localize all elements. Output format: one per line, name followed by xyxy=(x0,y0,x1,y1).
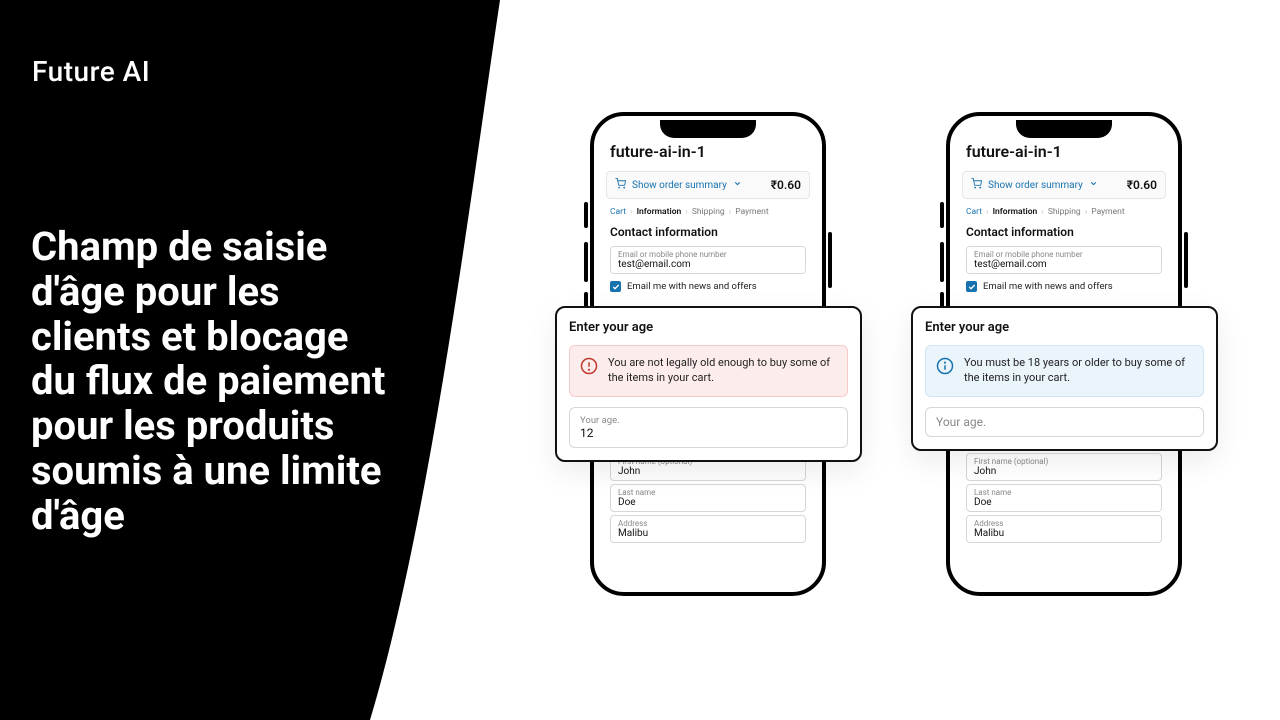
headline-text: Champ de saisie d'âge pour les clients e… xyxy=(31,225,391,539)
alert-error: You are not legally old enough to buy so… xyxy=(569,345,848,397)
brand-logo: Future AI xyxy=(32,55,150,88)
age-overlay-error: Enter your age You are not legally old e… xyxy=(555,306,862,462)
firstname-label: First name (optional) xyxy=(974,457,1154,466)
address-value: Malibu xyxy=(974,528,1154,539)
order-summary-label: Show order summary xyxy=(632,180,727,191)
phone-side-button xyxy=(940,242,944,282)
crumb-cart[interactable]: Cart xyxy=(610,207,626,217)
phone-side-button xyxy=(1184,232,1188,288)
phone-notch xyxy=(660,120,756,138)
alert-info: You must be 18 years or older to buy som… xyxy=(925,345,1204,397)
crumb-payment: Payment xyxy=(1091,207,1124,217)
news-checkbox-label: Email me with news and offers xyxy=(983,281,1113,292)
phone-side-button xyxy=(940,202,944,228)
phone-side-button xyxy=(828,232,832,288)
phone-side-button xyxy=(584,202,588,228)
lastname-value: Doe xyxy=(974,497,1154,508)
email-value: test@email.com xyxy=(974,259,1154,270)
age-label: Your age. xyxy=(580,415,837,426)
crumb-shipping: Shipping xyxy=(1048,207,1081,217)
alert-info-icon xyxy=(936,357,954,375)
phone-mockups: future-ai-in-1 Show order summary ₹0.60 xyxy=(540,100,1260,620)
lastname-field[interactable]: Last name Doe xyxy=(966,484,1162,512)
email-label: Email or mobile phone number xyxy=(974,250,1154,259)
address-label: Address xyxy=(618,519,798,528)
breadcrumb: Cart› Information› Shipping› Payment xyxy=(954,203,1174,223)
crumb-payment: Payment xyxy=(735,207,768,217)
phone-side-button xyxy=(584,242,588,282)
overlay-title: Enter your age xyxy=(925,320,1204,335)
email-value: test@email.com xyxy=(618,259,798,270)
contact-heading: Contact information xyxy=(954,223,1174,243)
news-checkbox-row[interactable]: Email me with news and offers xyxy=(598,277,818,296)
age-input[interactable]: Your age. 12 xyxy=(569,407,848,448)
address-label: Address xyxy=(974,519,1154,528)
alert-message: You are not legally old enough to buy so… xyxy=(608,356,837,386)
firstname-field[interactable]: First name (optional) John xyxy=(966,453,1162,481)
firstname-value: John xyxy=(974,466,1154,477)
order-summary-toggle[interactable]: Show order summary ₹0.60 xyxy=(962,171,1166,199)
alert-message: You must be 18 years or older to buy som… xyxy=(964,356,1193,386)
address-field[interactable]: Address Malibu xyxy=(966,515,1162,543)
email-field[interactable]: Email or mobile phone number test@email.… xyxy=(966,246,1162,274)
crumb-information: Information xyxy=(993,207,1038,217)
phone-notch xyxy=(1016,120,1112,138)
lastname-value: Doe xyxy=(618,497,798,508)
cart-icon xyxy=(615,178,626,192)
age-placeholder: Your age. xyxy=(936,415,1193,429)
news-checkbox-row[interactable]: Email me with news and offers xyxy=(954,277,1174,296)
address-field[interactable]: Address Malibu xyxy=(610,515,806,543)
checkbox-checked-icon xyxy=(966,281,977,292)
overlay-title: Enter your age xyxy=(569,320,848,335)
chevron-down-icon xyxy=(1089,179,1098,191)
checkbox-checked-icon xyxy=(610,281,621,292)
age-value: 12 xyxy=(580,426,837,440)
lastname-field[interactable]: Last name Doe xyxy=(610,484,806,512)
news-checkbox-label: Email me with news and offers xyxy=(627,281,757,292)
crumb-shipping: Shipping xyxy=(692,207,725,217)
contact-heading: Contact information xyxy=(598,223,818,243)
firstname-value: John xyxy=(618,466,798,477)
age-overlay-info: Enter your age You must be 18 years or o… xyxy=(911,306,1218,451)
order-total: ₹0.60 xyxy=(771,178,801,192)
address-value: Malibu xyxy=(618,528,798,539)
lastname-label: Last name xyxy=(618,488,798,497)
breadcrumb: Cart› Information› Shipping› Payment xyxy=(598,203,818,223)
email-label: Email or mobile phone number xyxy=(618,250,798,259)
lastname-label: Last name xyxy=(974,488,1154,497)
crumb-cart[interactable]: Cart xyxy=(966,207,982,217)
email-field[interactable]: Email or mobile phone number test@email.… xyxy=(610,246,806,274)
order-summary-label: Show order summary xyxy=(988,180,1083,191)
cart-icon xyxy=(971,178,982,192)
order-summary-toggle[interactable]: Show order summary ₹0.60 xyxy=(606,171,810,199)
order-total: ₹0.60 xyxy=(1127,178,1157,192)
promo-slide: Future AI Champ de saisie d'âge pour les… xyxy=(0,0,1280,720)
alert-error-icon xyxy=(580,357,598,375)
chevron-down-icon xyxy=(733,179,742,191)
crumb-information: Information xyxy=(637,207,682,217)
age-input[interactable]: Your age. xyxy=(925,407,1204,437)
